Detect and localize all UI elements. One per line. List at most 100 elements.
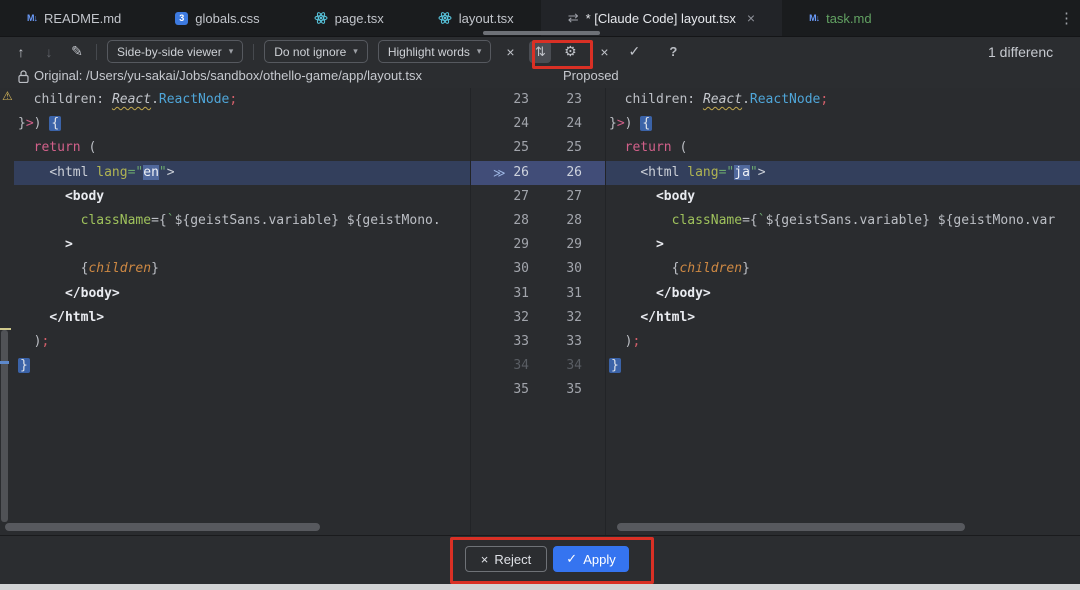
code-segment: <html	[49, 164, 97, 180]
close-icon[interactable]: ×	[747, 10, 755, 26]
code-line[interactable]: >	[606, 233, 1080, 257]
code-segment: ;	[820, 92, 829, 107]
code-line[interactable]: </body>	[606, 282, 1080, 306]
changed-word: en	[143, 164, 159, 180]
accept-changes-icon[interactable]: ✓	[625, 43, 643, 60]
tab-task.md[interactable]: M↓ task.md	[782, 0, 899, 36]
code-segment: </html>	[49, 309, 105, 325]
code-line[interactable]	[0, 378, 470, 402]
gutter-row: 23 23	[471, 88, 605, 112]
tab-label: task.md	[826, 10, 872, 26]
code-line[interactable]: </html>	[606, 306, 1080, 330]
settings-gear-icon[interactable]: ⚙	[561, 43, 579, 60]
code-line[interactable]	[606, 378, 1080, 402]
previous-difference-icon[interactable]: ↑	[12, 44, 30, 60]
line-number-right: 26	[566, 164, 582, 180]
code-line[interactable]: );	[0, 330, 470, 354]
code-line[interactable]: <body	[0, 185, 470, 209]
code-segment: return	[624, 140, 672, 156]
code-segment: .	[151, 92, 159, 107]
changed-word: ja	[734, 164, 750, 180]
code-line[interactable]: <html lang="ja">	[606, 160, 1080, 185]
code-line[interactable]: }>) {	[0, 112, 470, 136]
code-segment: >	[64, 237, 73, 253]
line-number-right: 35	[566, 382, 582, 398]
highlight-mode-dropdown[interactable]: Highlight words ▾	[377, 40, 492, 63]
code-segment: ${geistSans.variable}	[174, 213, 339, 228]
synchronize-scrolling-toggle[interactable]: ⇅	[529, 40, 552, 63]
tab-label: page.tsx	[334, 10, 384, 26]
code-line[interactable]: <html lang="en">	[0, 160, 470, 185]
code-line[interactable]: children: React.ReactNode;	[0, 88, 470, 112]
gutter-row: 34 34	[471, 354, 605, 378]
left-horizontal-scrollbar[interactable]	[5, 523, 320, 531]
code-segment: </body>	[655, 285, 711, 301]
help-icon[interactable]: ?	[669, 44, 677, 59]
code-segment: ={	[742, 213, 758, 228]
code-line[interactable]: }>) {	[606, 112, 1080, 136]
collapse-unchanged-icon[interactable]: ×	[501, 44, 519, 60]
gutter-row: 31 31	[471, 282, 605, 306]
reject-button-label: Reject	[494, 551, 532, 567]
line-number-left: 34	[513, 358, 529, 374]
code-line[interactable]: return (	[606, 136, 1080, 160]
gutter-row: ≫ 26 26	[471, 160, 605, 185]
code-line[interactable]: children: React.ReactNode;	[606, 88, 1080, 112]
left-vertical-scrollbar[interactable]	[1, 330, 8, 522]
code-line[interactable]: }	[606, 354, 1080, 378]
code-line[interactable]: </body>	[0, 282, 470, 306]
double-chevron-icon[interactable]: ≫	[493, 161, 506, 185]
more-icon[interactable]: ⋮	[1059, 9, 1074, 27]
lock-icon	[18, 70, 29, 83]
tab-globals.css[interactable]: 3 globals.css	[148, 0, 286, 36]
discard-changes-icon[interactable]: ×	[595, 44, 613, 60]
code-segment: `	[166, 213, 175, 228]
code-segment: (	[80, 140, 97, 156]
ignore-mode-dropdown[interactable]: Do not ignore ▾	[264, 40, 368, 63]
code-segment: .	[742, 92, 750, 107]
next-difference-icon[interactable]: ↓	[40, 44, 58, 60]
react-icon	[438, 12, 452, 24]
tab-page.tsx[interactable]: page.tsx	[287, 0, 411, 36]
code-line[interactable]: {children}	[0, 257, 470, 281]
line-number-right: 28	[566, 213, 582, 228]
code-segment: ${geistMono.	[346, 213, 441, 228]
line-number-right: 25	[566, 140, 582, 156]
proposed-pane[interactable]: children: React.ReactNode;}>) { return (…	[606, 88, 1080, 535]
code-line[interactable]: className={`${geistSans.variable} ${geis…	[0, 209, 470, 233]
right-horizontal-scrollbar[interactable]	[617, 523, 965, 531]
code-line[interactable]: return (	[0, 136, 470, 160]
line-number-left: 31	[513, 285, 529, 301]
code-line[interactable]: );	[606, 330, 1080, 354]
apply-button[interactable]: ✓ Apply	[553, 546, 629, 572]
code-segment: children	[88, 261, 152, 277]
code-line[interactable]: {children}	[606, 257, 1080, 281]
line-number-left: 27	[513, 188, 529, 204]
toolbar-divider	[96, 43, 97, 60]
tab-readme.md[interactable]: M↓ README.md	[0, 0, 148, 36]
line-number-left: 26	[513, 164, 529, 180]
reject-button[interactable]: × Reject	[465, 546, 547, 572]
line-number-right: 31	[566, 285, 582, 301]
edit-icon[interactable]: ✎	[68, 43, 86, 60]
code-line[interactable]: </html>	[0, 306, 470, 330]
viewer-mode-dropdown[interactable]: Side-by-side viewer ▾	[107, 40, 244, 63]
code-segment: }	[18, 116, 26, 132]
code-line[interactable]: }	[0, 354, 470, 378]
code-line[interactable]: >	[0, 233, 470, 257]
css-icon: 3	[175, 11, 189, 25]
code-line[interactable]: <body	[606, 185, 1080, 209]
code-line[interactable]: className={`${geistSans.variable} ${geis…	[606, 209, 1080, 233]
code-segment: ReactNode	[158, 92, 230, 107]
code-segment: >	[655, 237, 664, 253]
line-number-left: 29	[513, 237, 529, 253]
original-pane[interactable]: children: React.ReactNode;}>) { return (…	[0, 88, 470, 535]
code-segment: children	[679, 261, 743, 277]
code-segment: >	[616, 116, 625, 132]
code-segment: <html	[640, 164, 688, 180]
code-segment: >	[25, 116, 34, 132]
